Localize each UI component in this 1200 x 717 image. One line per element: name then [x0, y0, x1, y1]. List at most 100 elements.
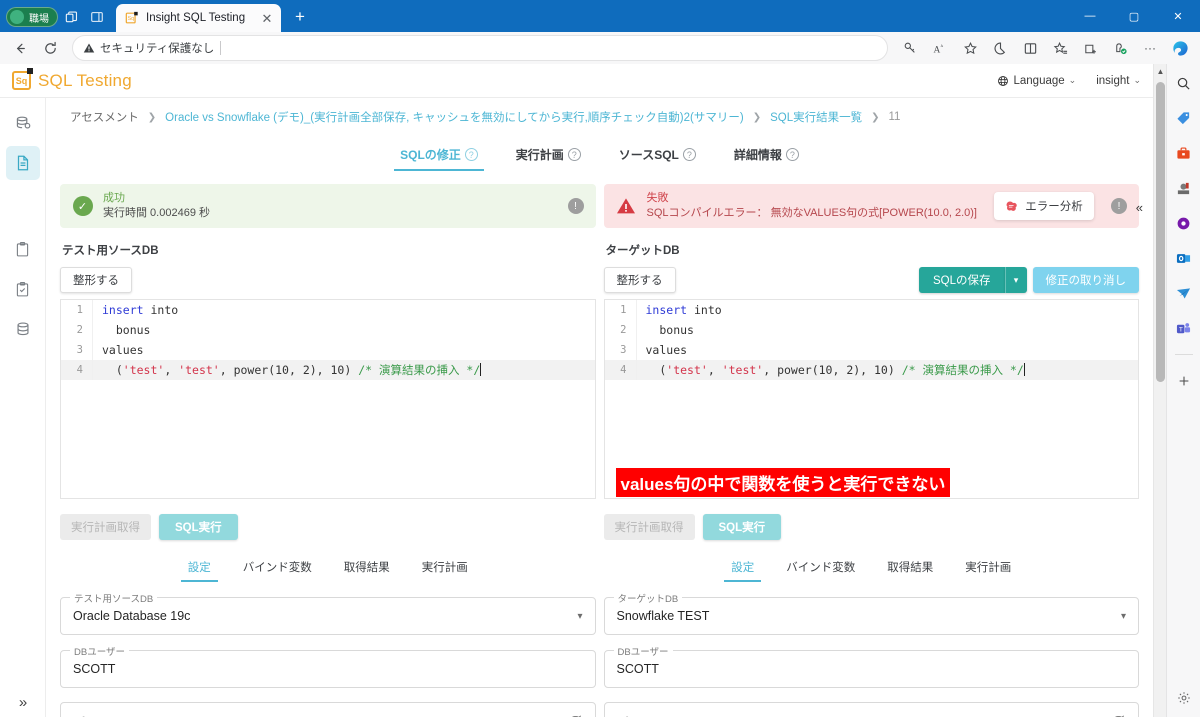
sidebar-item-clipboard[interactable] [6, 232, 40, 266]
target-password-field[interactable]: パスワード [604, 702, 1140, 717]
browser-tab[interactable]: Sq Insight SQL Testing ✕ [116, 4, 281, 32]
help-icon[interactable]: ? [568, 148, 581, 161]
source-run-row: 実行計画取得 SQL実行 [60, 514, 596, 540]
scrollbar-thumb[interactable] [1156, 82, 1165, 382]
sidebar-item-databases[interactable] [6, 312, 40, 346]
address-separator [220, 41, 221, 55]
page-scrollbar[interactable]: ▲ [1153, 64, 1166, 717]
add-app-icon[interactable] [1173, 370, 1195, 392]
sidebar-settings-icon[interactable] [1173, 687, 1195, 709]
send-plane-icon[interactable] [1173, 282, 1195, 304]
tools-briefcase-icon[interactable] [1173, 142, 1195, 164]
chevron-down-icon[interactable]: ▾ [1121, 611, 1126, 622]
tab-search-icon[interactable] [58, 4, 84, 30]
target-format-button[interactable]: 整形する [604, 267, 676, 293]
help-icon[interactable]: ? [465, 148, 478, 161]
source-db-select[interactable]: テスト用ソースDB Oracle Database 19c ▾ [60, 597, 596, 635]
eye-off-icon[interactable] [568, 713, 583, 717]
shopping-tag-icon[interactable] [1173, 107, 1195, 129]
error-analysis-label: エラー分析 [1025, 198, 1083, 214]
split-screen-icon[interactable] [84, 4, 110, 30]
error-analysis-button[interactable]: エラー分析 [994, 192, 1094, 220]
new-tab-button[interactable]: + [287, 4, 313, 30]
subtab-results[interactable]: 取得結果 [883, 554, 937, 582]
target-db-user-field[interactable]: DBユーザー SCOTT [604, 650, 1140, 688]
window-close-button[interactable]: ✕ [1156, 0, 1200, 32]
collapse-panel-button[interactable]: « [1136, 200, 1143, 215]
eye-off-icon[interactable] [1111, 713, 1126, 717]
target-run-sql-button[interactable]: SQL実行 [703, 514, 782, 540]
save-sql-button[interactable]: SQLの保存 [919, 267, 1005, 293]
collections-icon[interactable] [1016, 35, 1044, 61]
source-format-button[interactable]: 整形する [60, 267, 132, 293]
source-subtabs: 設定 バインド変数 取得結果 実行計画 [60, 554, 596, 582]
breadcrumb-item-2[interactable]: SQL実行結果一覧 [770, 109, 862, 125]
browser-essentials-icon[interactable] [986, 35, 1014, 61]
more-options-icon[interactable]: ··· [1136, 35, 1164, 61]
warning-triangle-icon [83, 42, 95, 54]
copilot-icon[interactable] [1166, 35, 1194, 61]
compare-panes: ✓ 成功 実行時間 0.002469 秒 ! テスト用ソースDB 整形 [60, 184, 1139, 717]
tab-source-sql[interactable]: ソースSQL ? [613, 140, 702, 171]
save-sql-dropdown-icon[interactable]: ▾ [1005, 267, 1027, 293]
subtab-settings[interactable]: 設定 [727, 554, 758, 582]
code-line: 2 bonus [61, 320, 595, 340]
outlook-icon[interactable] [1173, 247, 1195, 269]
minimize-button[interactable]: — [1068, 0, 1112, 32]
source-pane: ✓ 成功 実行時間 0.002469 秒 ! テスト用ソースDB 整形 [60, 184, 596, 717]
address-bar[interactable]: セキュリティ保護なし [72, 35, 888, 61]
user-menu[interactable]: insight ⌄ [1096, 75, 1141, 87]
add-collection-icon[interactable] [1076, 35, 1104, 61]
source-run-sql-button[interactable]: SQL実行 [159, 514, 238, 540]
help-icon[interactable]: ? [786, 148, 799, 161]
subtab-settings[interactable]: 設定 [184, 554, 215, 582]
profile-pill[interactable]: 職場 [6, 7, 58, 27]
back-icon[interactable] [6, 35, 34, 61]
profile-avatar [10, 10, 24, 24]
sidebar-expand-button[interactable]: » [0, 694, 46, 711]
sidebar-item-checklist[interactable] [6, 272, 40, 306]
security-warning[interactable]: セキュリティ保護なし [83, 40, 214, 56]
source-password-field[interactable]: パスワード [60, 702, 596, 717]
favorite-star-icon[interactable] [956, 35, 984, 61]
games-icon[interactable] [1173, 177, 1195, 199]
source-editor-toolbar: 整形する [60, 267, 596, 293]
chevron-down-icon[interactable]: ▾ [577, 611, 582, 622]
sidebar-item-assessment[interactable] [6, 106, 40, 140]
favorites-list-icon[interactable] [1046, 35, 1074, 61]
target-db-select[interactable]: ターゲットDB Snowflake TEST ▾ [604, 597, 1140, 635]
line-number: 1 [61, 300, 93, 320]
line-number: 4 [605, 360, 637, 380]
extensions-icon[interactable] [1106, 35, 1134, 61]
maximize-button[interactable]: ▢ [1112, 0, 1156, 32]
read-aloud-icon[interactable]: A ᴬ [926, 35, 954, 61]
sidebar-item-sql-results[interactable] [6, 146, 40, 180]
tab-details[interactable]: 詳細情報 ? [728, 140, 805, 171]
subtab-bind-variables[interactable]: バインド変数 [782, 554, 859, 582]
microsoft-365-icon[interactable] [1173, 212, 1195, 234]
tab-sql-edit[interactable]: SQLの修正 ? [394, 140, 484, 171]
chevron-down-icon: ⌄ [1069, 75, 1077, 86]
info-icon[interactable]: ! [568, 198, 584, 214]
target-sql-editor[interactable]: 1 insert into 2 bonus 3 values [604, 299, 1140, 499]
info-icon[interactable]: ! [1111, 198, 1127, 214]
tab-execution-plan[interactable]: 実行計画 ? [510, 140, 587, 171]
subtab-results[interactable]: 取得結果 [340, 554, 394, 582]
source-db-user-field[interactable]: DBユーザー SCOTT [60, 650, 596, 688]
language-menu[interactable]: Language ⌄ [997, 75, 1076, 87]
tab-close-icon[interactable]: ✕ [259, 10, 275, 26]
left-sidebar: » [0, 98, 46, 717]
scroll-up-arrow[interactable]: ▲ [1154, 67, 1167, 76]
subtab-execution-plan[interactable]: 実行計画 [418, 554, 472, 582]
source-sql-editor[interactable]: 1 insert into 2 bonus 3 values [60, 299, 596, 499]
subtab-execution-plan[interactable]: 実行計画 [961, 554, 1015, 582]
microsoft-teams-icon[interactable]: T [1173, 317, 1195, 339]
undo-edit-button[interactable]: 修正の取り消し [1033, 267, 1140, 293]
help-icon[interactable]: ? [683, 148, 696, 161]
breadcrumb-item-0[interactable]: アセスメント [70, 109, 139, 125]
reload-icon[interactable] [36, 35, 64, 61]
key-icon[interactable] [896, 35, 924, 61]
subtab-bind-variables[interactable]: バインド変数 [239, 554, 316, 582]
breadcrumb-item-1[interactable]: Oracle vs Snowflake (デモ)_(実行計画全部保存, キャッシ… [165, 109, 744, 125]
search-icon[interactable] [1173, 72, 1195, 94]
